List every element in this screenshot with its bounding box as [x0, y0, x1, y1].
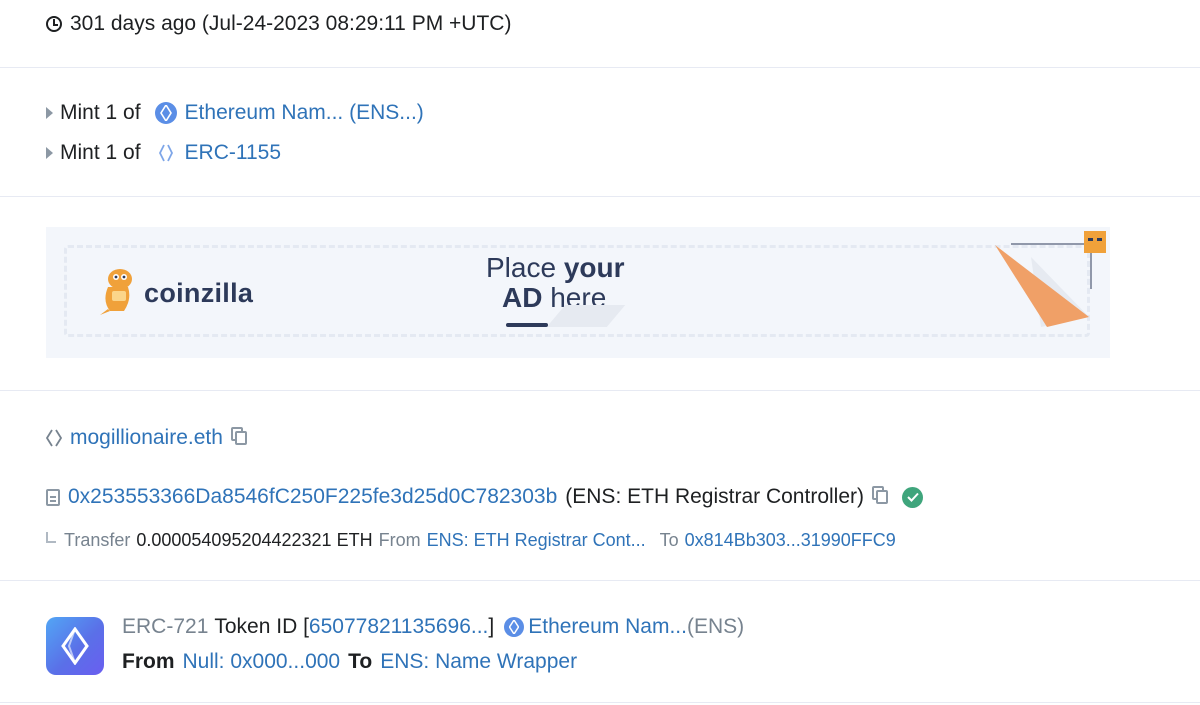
- copy-icon[interactable]: [872, 486, 888, 504]
- caret-right-icon[interactable]: [46, 107, 53, 119]
- ens-name-link[interactable]: mogillionaire.eth: [70, 426, 223, 450]
- ens-token-icon: [504, 617, 525, 637]
- token-id-close: ]: [488, 615, 495, 638]
- divider: [0, 67, 1200, 68]
- ens-name-row: mogillionaire.eth: [46, 426, 247, 450]
- verified-check-icon: [902, 486, 923, 508]
- ad-underline: [506, 323, 548, 327]
- timestamp-row: 301 days ago (Jul-24-2023 08:29:11 PM +U…: [46, 12, 511, 36]
- ad-paper-plane-icon: [995, 231, 1106, 327]
- mint-token-link[interactable]: ERC-1155: [185, 141, 282, 165]
- token-from-label: From: [122, 650, 175, 673]
- ens-outline-icon: [46, 429, 62, 447]
- token-id-link[interactable]: 65077821135696...: [309, 615, 488, 639]
- mint-row: Mint 1 of ERC-1155: [46, 141, 281, 165]
- ens-token-icon: [154, 102, 177, 124]
- contract-address-link[interactable]: 0x253553366Da8546fC250F225fe3d25d0C78230…: [68, 485, 557, 509]
- copy-icon[interactable]: [230, 427, 247, 445]
- transfer-to-link[interactable]: 0x814Bb303...31990FFC9: [685, 530, 896, 551]
- divider: [0, 196, 1200, 197]
- ad-banner[interactable]: coinzilla Place your AD here: [46, 227, 1110, 358]
- ens-outline-icon: [155, 144, 177, 162]
- tree-elbow-icon: [46, 532, 56, 543]
- token-to-label: To: [348, 650, 373, 673]
- contract-document-icon: [46, 488, 60, 506]
- ad-cta-bold: AD: [502, 282, 543, 313]
- internal-transfer-row: Transfer 0.000054095204422321 ETH From E…: [46, 530, 896, 551]
- token-transfer-line: From Null: 0x000...000 To ENS: Name Wrap…: [122, 650, 577, 674]
- transfer-to-label: To: [659, 530, 679, 550]
- clock-icon: [46, 16, 62, 32]
- mint-prefix: Mint 1 of: [60, 141, 141, 164]
- token-from-link[interactable]: Null: 0x000...000: [183, 650, 341, 674]
- divider: [0, 580, 1200, 581]
- ad-cta-bold: your: [563, 252, 625, 283]
- ens-token-logo: [46, 617, 104, 675]
- ad-cta-text: Place: [486, 252, 564, 283]
- mint-token-link[interactable]: Ethereum Nam... (ENS...): [185, 101, 424, 125]
- caret-right-icon[interactable]: [46, 147, 53, 159]
- token-transfer-line: ERC-721 Token ID [ 65077821135696... ] E…: [122, 615, 744, 639]
- coinzilla-mascot-icon: [100, 269, 132, 315]
- contract-name: (ENS: ETH Registrar Controller): [565, 485, 864, 508]
- token-to-link[interactable]: ENS: Name Wrapper: [380, 650, 577, 674]
- transfer-from-label: From: [378, 530, 421, 550]
- token-id-label: Token ID [: [214, 615, 309, 638]
- ad-cta: Place your AD here: [486, 253, 625, 313]
- divider: [0, 390, 1200, 391]
- token-standard: ERC-721: [122, 615, 209, 638]
- token-name-link[interactable]: Ethereum Nam...: [528, 615, 687, 639]
- transfer-label: Transfer: [64, 530, 131, 550]
- contract-row: 0x253553366Da8546fC250F225fe3d25d0C78230…: [46, 485, 923, 509]
- ad-brand: coinzilla: [144, 278, 254, 308]
- mint-prefix: Mint 1 of: [60, 101, 141, 124]
- mint-row: Mint 1 of Ethereum Nam... (ENS...): [46, 101, 424, 125]
- divider: [0, 702, 1200, 703]
- timestamp-text: 301 days ago (Jul-24-2023 08:29:11 PM +U…: [70, 12, 512, 35]
- transfer-amount: 0.000054095204422321 ETH: [136, 530, 373, 550]
- token-symbol: (ENS): [686, 615, 745, 638]
- transfer-from-link[interactable]: ENS: ETH Registrar Cont...: [427, 530, 646, 551]
